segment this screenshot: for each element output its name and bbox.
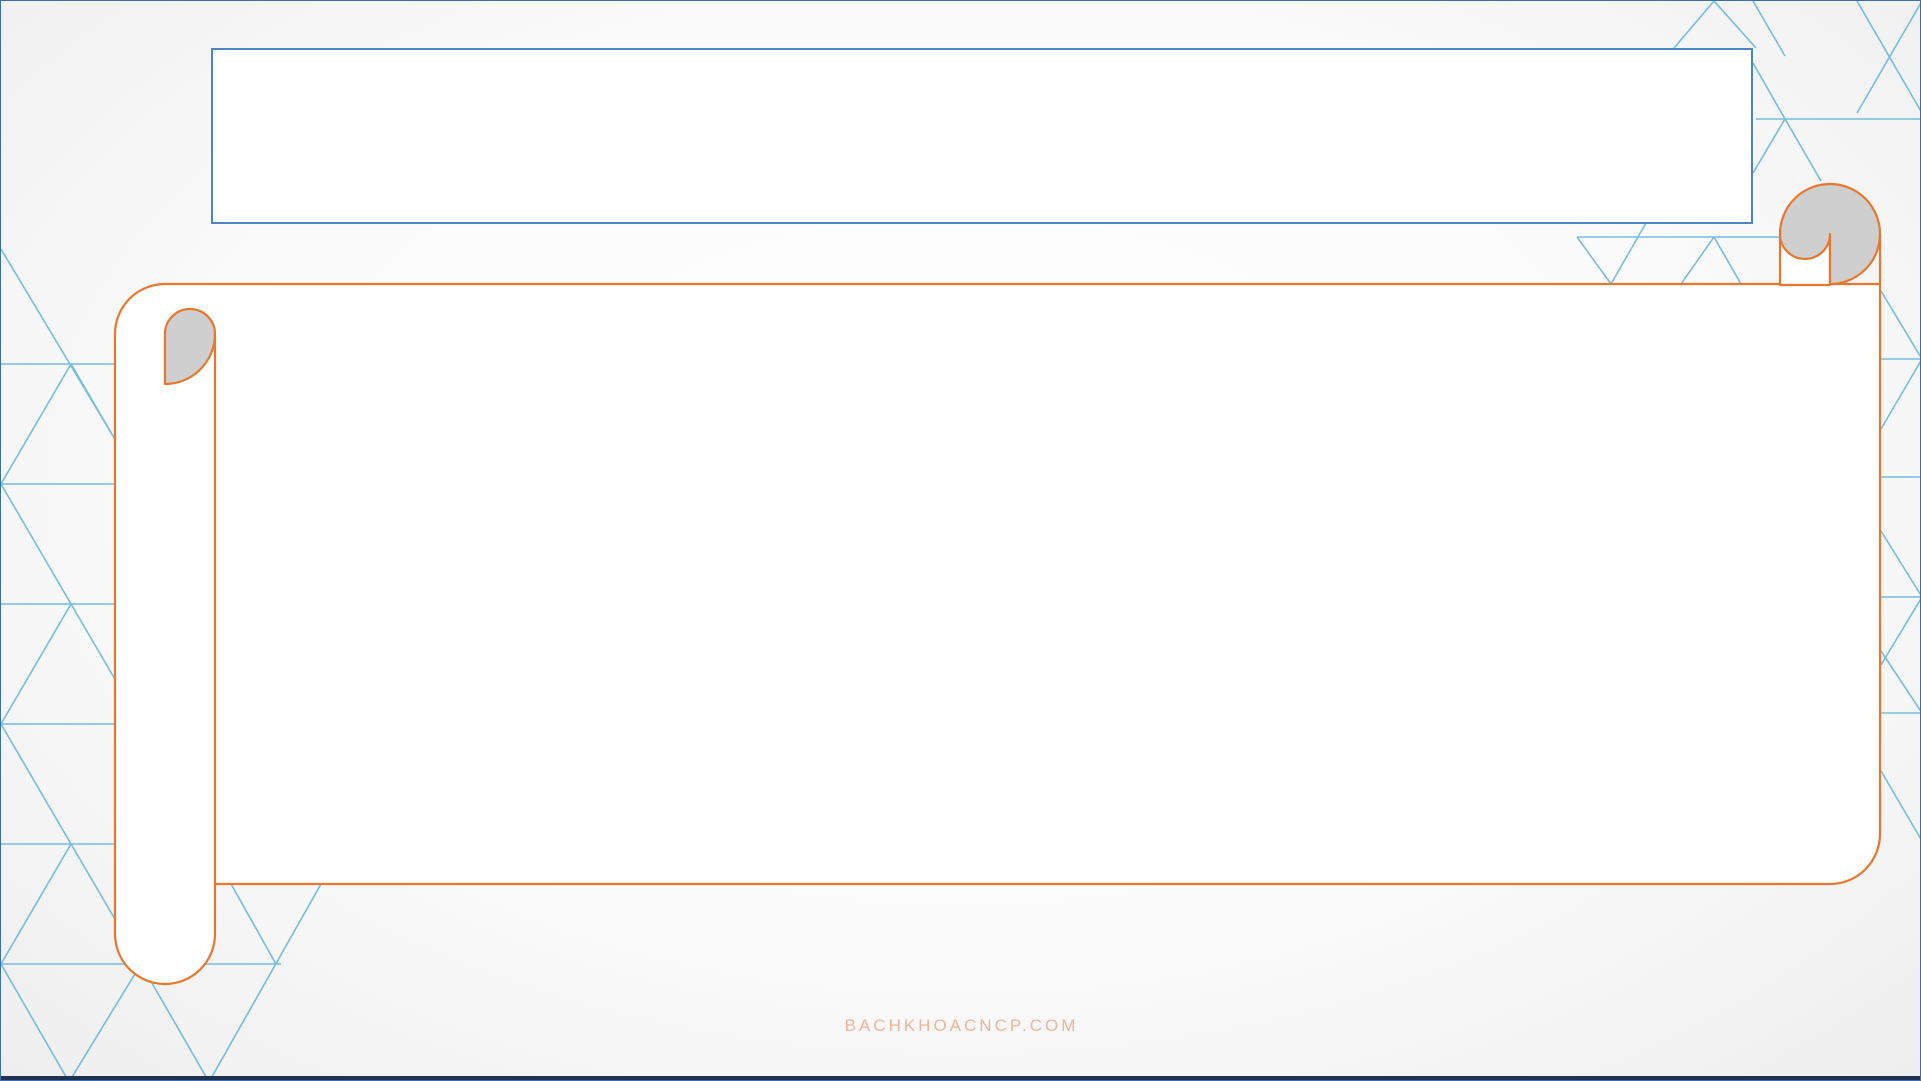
title-placeholder[interactable] xyxy=(211,48,1753,224)
scroll-body-placeholder[interactable] xyxy=(231,301,1861,871)
bottom-strip xyxy=(1,1076,1920,1080)
watermark-text: BACHKHOACNCP.COM xyxy=(844,1016,1079,1035)
slide-canvas: BACHKHOACNCP.COM xyxy=(0,0,1921,1081)
